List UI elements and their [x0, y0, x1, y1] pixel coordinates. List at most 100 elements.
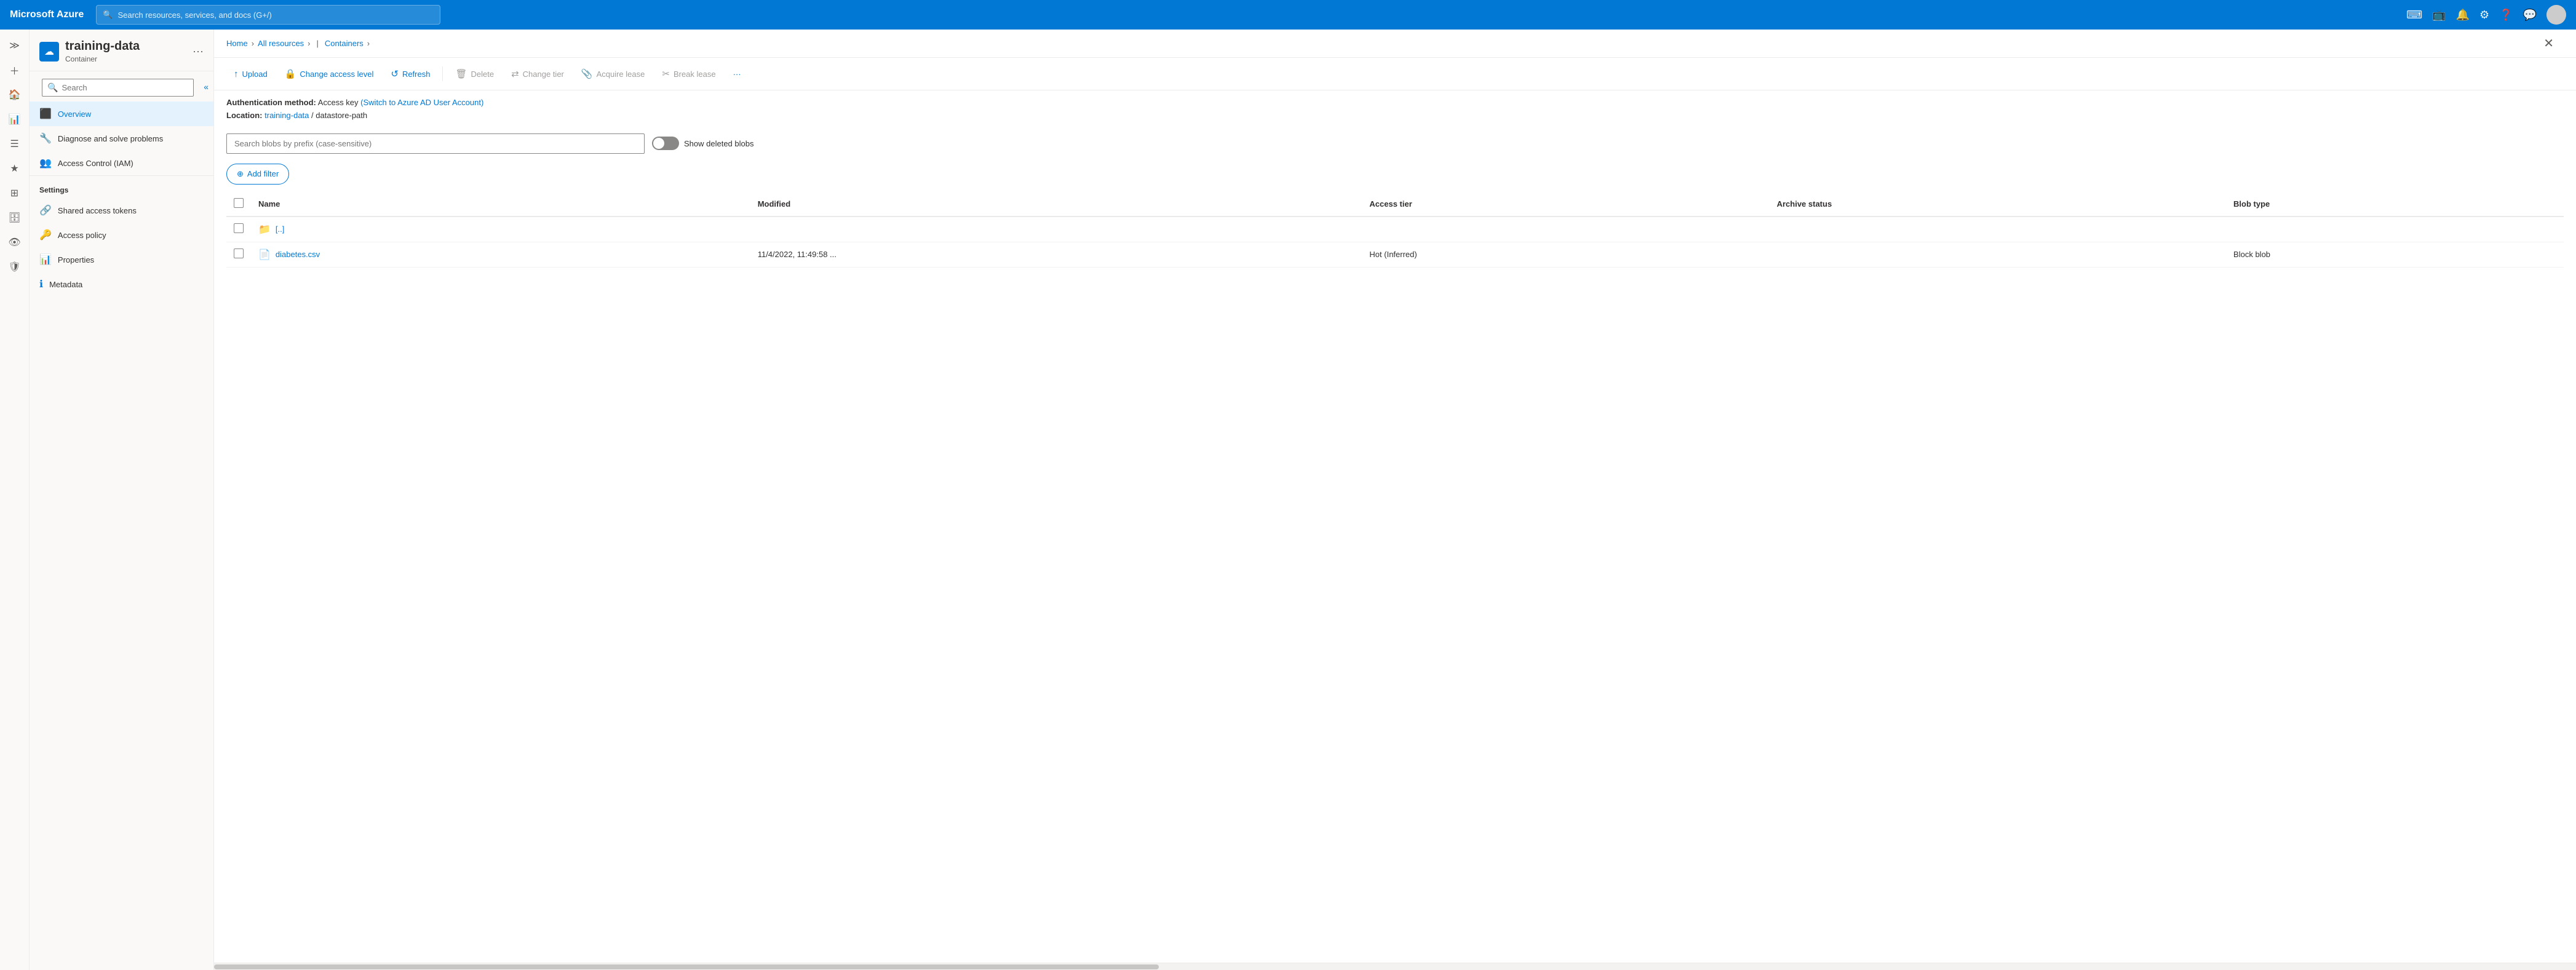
- change-access-level-label: Change access level: [300, 70, 373, 79]
- avatar[interactable]: [2546, 5, 2566, 25]
- settings-icon[interactable]: ⚙: [2479, 9, 2489, 22]
- add-filter-label: Add filter: [247, 169, 279, 178]
- nav-item-iam[interactable]: 👥 Access Control (IAM): [30, 151, 213, 175]
- sidebar-dashboard-icon[interactable]: 📊: [4, 108, 26, 130]
- help-icon[interactable]: ❓: [2499, 9, 2513, 22]
- sidebar-favorites-icon[interactable]: ★: [4, 157, 26, 180]
- nav-item-overview[interactable]: ⬛ Overview: [30, 101, 213, 126]
- nav-search-box[interactable]: 🔍: [42, 79, 194, 97]
- delete-button[interactable]: 🗑 Delete: [448, 64, 501, 84]
- break-lease-icon: ✂: [662, 68, 670, 79]
- filter-row: ⊕ Add filter: [214, 159, 2576, 192]
- nav-item-overview-label: Overview: [58, 109, 91, 119]
- add-filter-button[interactable]: ⊕ Add filter: [226, 164, 289, 185]
- col-checkbox[interactable]: [226, 192, 251, 217]
- resource-subtitle: Container: [65, 55, 140, 63]
- nav-item-access-policy[interactable]: 🔑 Access policy: [30, 223, 213, 247]
- resource-more-button[interactable]: ···: [193, 45, 204, 58]
- blob-table-container: Name Modified Access tier Archive status: [214, 192, 2576, 963]
- sidebar-security-icon[interactable]: 🛡: [4, 256, 26, 278]
- nav-collapse-button[interactable]: «: [204, 82, 209, 92]
- horizontal-scrollbar[interactable]: [214, 963, 2576, 970]
- file-name-cell-1: 📁 [..]: [258, 223, 743, 236]
- file-name-cell-2: 📄 diabetes.csv: [258, 248, 743, 261]
- nav-item-properties[interactable]: 📊 Properties: [30, 247, 213, 272]
- switch-to-ad-link[interactable]: (Switch to Azure AD User Account): [360, 98, 483, 107]
- resource-header: ☁ training-data Container ···: [30, 30, 213, 71]
- col-archive-status[interactable]: Archive status: [1770, 192, 2226, 217]
- access-policy-icon: 🔑: [39, 229, 52, 241]
- breadcrumb-sep-1: ›: [252, 39, 254, 48]
- col-blob-type[interactable]: Blob type: [2226, 192, 2564, 217]
- top-nav: Microsoft Azure 🔍 Search resources, serv…: [0, 0, 2576, 30]
- cloud-shell-icon[interactable]: 📺: [2432, 9, 2446, 22]
- blob-search-input[interactable]: [226, 133, 645, 154]
- sidebar-create-icon[interactable]: ＋: [4, 59, 26, 81]
- table-row[interactable]: 📁 [..]: [226, 217, 2564, 242]
- nav-search-input[interactable]: [62, 83, 188, 92]
- top-nav-icons: ⌨ 📺 🔔 ⚙ ❓ 💬: [2406, 5, 2566, 25]
- select-all-checkbox[interactable]: [234, 198, 244, 208]
- lock-icon: 🔒: [285, 68, 296, 79]
- nav-item-shared-access-label: Shared access tokens: [58, 206, 137, 215]
- breadcrumb-sep-3: ›: [367, 39, 370, 48]
- container-icon: ☁: [44, 46, 54, 58]
- refresh-icon: ↺: [391, 68, 399, 79]
- folder-icon: 📁: [258, 223, 271, 236]
- location-label: Location:: [226, 111, 263, 120]
- col-access-tier[interactable]: Access tier: [1362, 192, 1769, 217]
- col-modified[interactable]: Modified: [750, 192, 1362, 217]
- settings-section-label: Settings: [30, 175, 213, 198]
- nav-item-diagnose[interactable]: 🔧 Diagnose and solve problems: [30, 126, 213, 151]
- acquire-lease-button[interactable]: 📎 Acquire lease: [574, 64, 652, 84]
- access-tier-cell-1: [1362, 217, 1769, 242]
- row-checkbox-1[interactable]: [234, 223, 244, 233]
- resource-name: training-data: [65, 39, 140, 54]
- upload-button[interactable]: ↑ Upload: [226, 65, 275, 84]
- change-access-level-button[interactable]: 🔒 Change access level: [277, 64, 381, 84]
- breadcrumb-containers[interactable]: Containers: [325, 39, 364, 48]
- file-link[interactable]: diabetes.csv: [276, 250, 320, 259]
- col-name[interactable]: Name: [251, 192, 750, 217]
- sidebar-allresources-icon[interactable]: ☰: [4, 133, 26, 155]
- toolbar-divider-1: [442, 66, 443, 81]
- change-tier-button[interactable]: ⇄ Change tier: [504, 64, 571, 84]
- nav-item-iam-label: Access Control (IAM): [58, 159, 133, 168]
- blob-type-cell-2: Block blob: [2226, 242, 2564, 267]
- show-deleted-toggle-row: Show deleted blobs: [652, 137, 753, 150]
- breadcrumb-sep-2: ›: [308, 39, 310, 48]
- file-icon: 📄: [258, 248, 271, 261]
- archive-status-cell-1: [1770, 217, 2226, 242]
- nav-item-shared-access[interactable]: 🔗 Shared access tokens: [30, 198, 213, 223]
- more-button[interactable]: ···: [726, 65, 749, 83]
- nav-item-metadata[interactable]: ℹ Metadata: [30, 272, 213, 296]
- table-row[interactable]: 📄 diabetes.csv 11/4/2022, 11:49:58 ... H…: [226, 242, 2564, 267]
- sidebar-appservices-icon[interactable]: ⊞: [4, 182, 26, 204]
- properties-icon: 📊: [39, 253, 52, 266]
- sidebar-sql-icon[interactable]: 🗄: [4, 207, 26, 229]
- refresh-button[interactable]: ↺ Refresh: [383, 64, 437, 84]
- search-icon: 🔍: [103, 10, 113, 20]
- folder-link[interactable]: [..]: [276, 225, 284, 234]
- close-button[interactable]: ✕: [2534, 36, 2564, 51]
- archive-status-cell-2: [1770, 242, 2226, 267]
- refresh-label: Refresh: [402, 70, 431, 79]
- show-deleted-toggle[interactable]: [652, 137, 679, 150]
- break-lease-button[interactable]: ✂ Break lease: [654, 64, 723, 84]
- scroll-thumb[interactable]: [214, 964, 1159, 969]
- show-deleted-label: Show deleted blobs: [684, 139, 753, 148]
- add-filter-icon: ⊕: [237, 169, 244, 179]
- nav-item-metadata-label: Metadata: [49, 280, 82, 289]
- sidebar-monitor-icon[interactable]: 👁: [4, 231, 26, 253]
- breadcrumb-all-resources[interactable]: All resources: [258, 39, 304, 48]
- bell-icon[interactable]: 🔔: [2456, 9, 2470, 22]
- sidebar-home-icon[interactable]: 🏠: [4, 84, 26, 106]
- location-path-link[interactable]: training-data: [264, 111, 309, 120]
- row-checkbox-2[interactable]: [234, 248, 244, 258]
- sidebar-collapse-btn[interactable]: ≫: [4, 34, 26, 57]
- global-search-bar[interactable]: 🔍 Search resources, services, and docs (…: [96, 5, 440, 25]
- nav-item-properties-label: Properties: [58, 255, 94, 264]
- feedback-icon[interactable]: 💬: [2523, 9, 2537, 22]
- terminal-icon[interactable]: ⌨: [2406, 9, 2422, 22]
- breadcrumb-home[interactable]: Home: [226, 39, 248, 48]
